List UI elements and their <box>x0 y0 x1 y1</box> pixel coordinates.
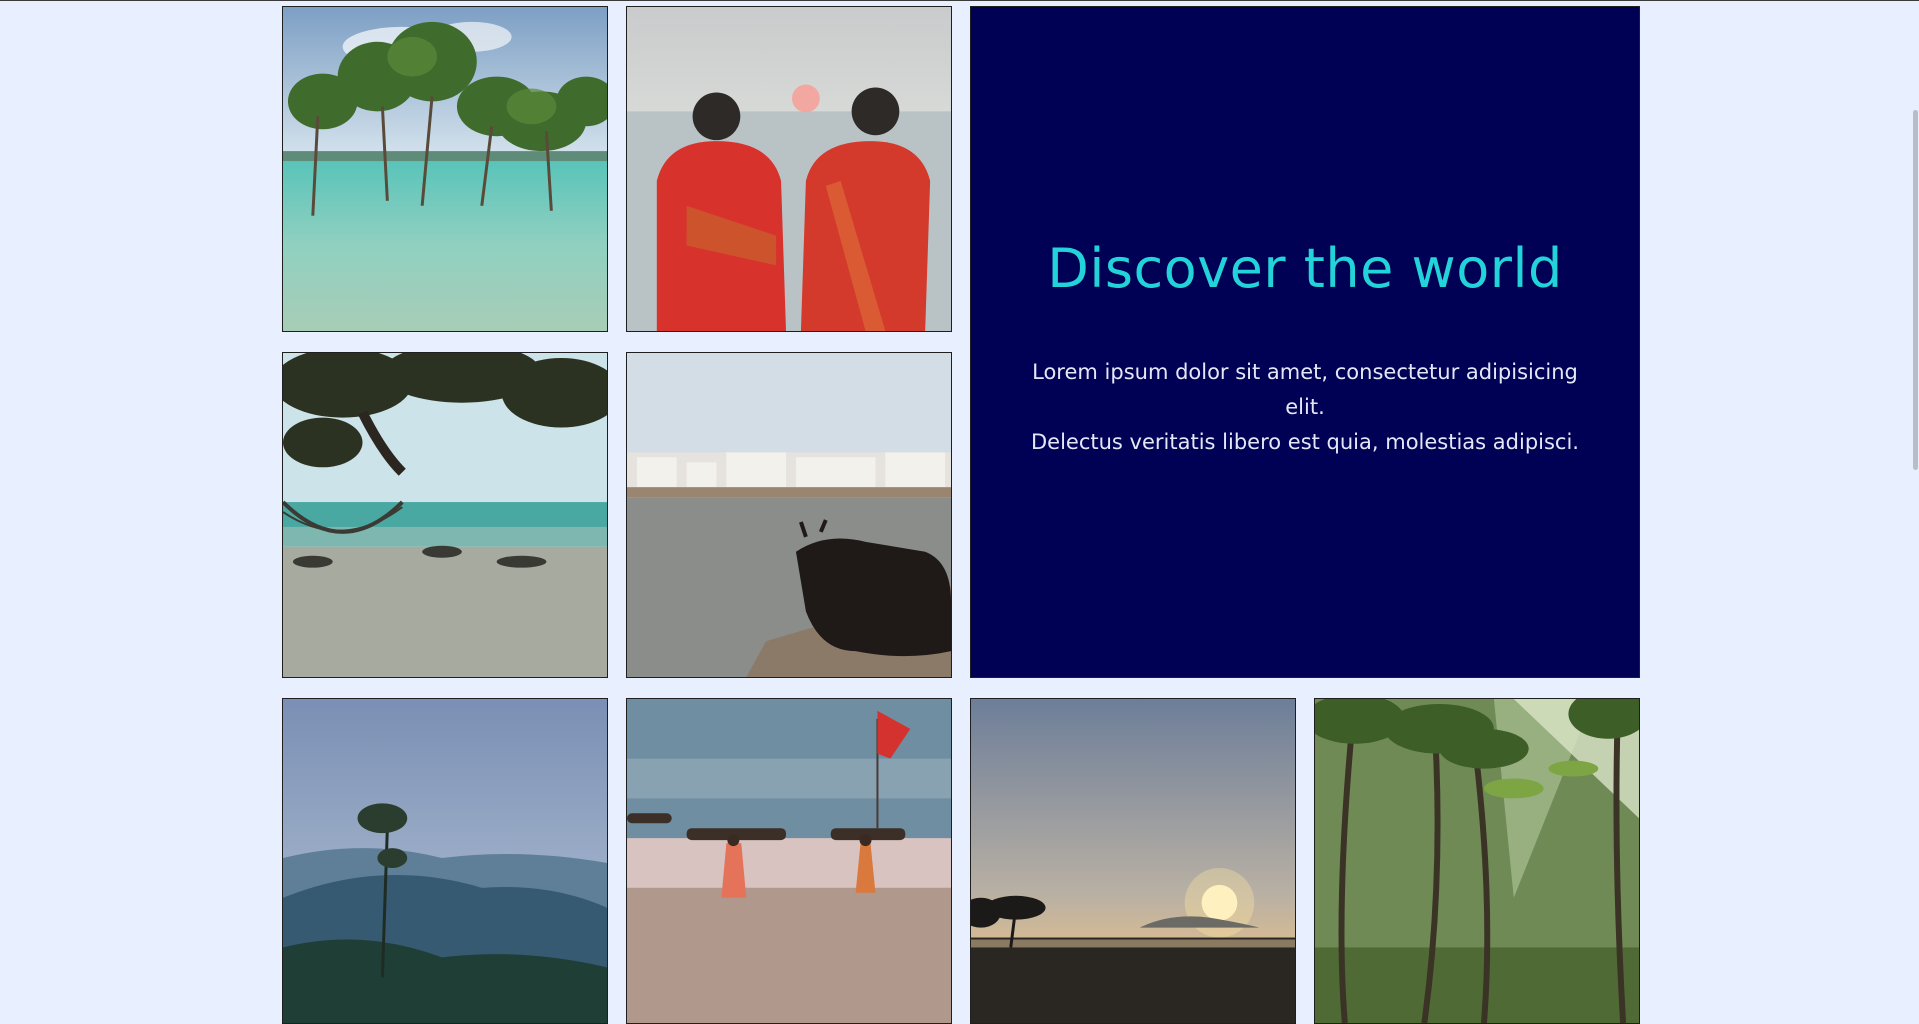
hero-title: Discover the world <box>1047 237 1563 300</box>
vertical-scrollbar[interactable] <box>1913 110 1918 470</box>
hero-description: Lorem ipsum dolor sit amet, consectetur … <box>1031 355 1579 460</box>
hammock-image <box>283 353 607 677</box>
beach-wood-image <box>627 699 951 1023</box>
hero-description-line-1: Lorem ipsum dolor sit amet, consectetur … <box>1032 360 1578 419</box>
hills-image <box>283 699 607 1023</box>
beach-with-hammock-photo[interactable] <box>282 352 608 678</box>
hero-panel: Discover the world Lorem ipsum dolor sit… <box>970 6 1640 678</box>
white-town-lake-with-cow-photo[interactable] <box>626 352 952 678</box>
misty-hills-lone-tree-photo[interactable] <box>282 698 608 1024</box>
people-carrying-wood-on-beach-photo[interactable] <box>626 698 952 1024</box>
mangrove-trees-in-sea-photo[interactable] <box>282 6 608 332</box>
lake-cow-image <box>627 353 951 677</box>
mangrove-image <box>283 7 607 331</box>
palm-grove-sunbeams-photo[interactable] <box>1314 698 1640 1024</box>
two-women-red-saris-sunset-photo[interactable] <box>626 6 952 332</box>
saris-image <box>627 7 951 331</box>
gallery-page: Discover the world Lorem ipsum dolor sit… <box>0 0 1919 1024</box>
sunset-image <box>971 699 1295 1023</box>
hero-description-line-2: Delectus veritatis libero est quia, mole… <box>1031 430 1579 454</box>
sunset-over-tidal-flats-photo[interactable] <box>970 698 1296 1024</box>
palms-image <box>1315 699 1639 1023</box>
